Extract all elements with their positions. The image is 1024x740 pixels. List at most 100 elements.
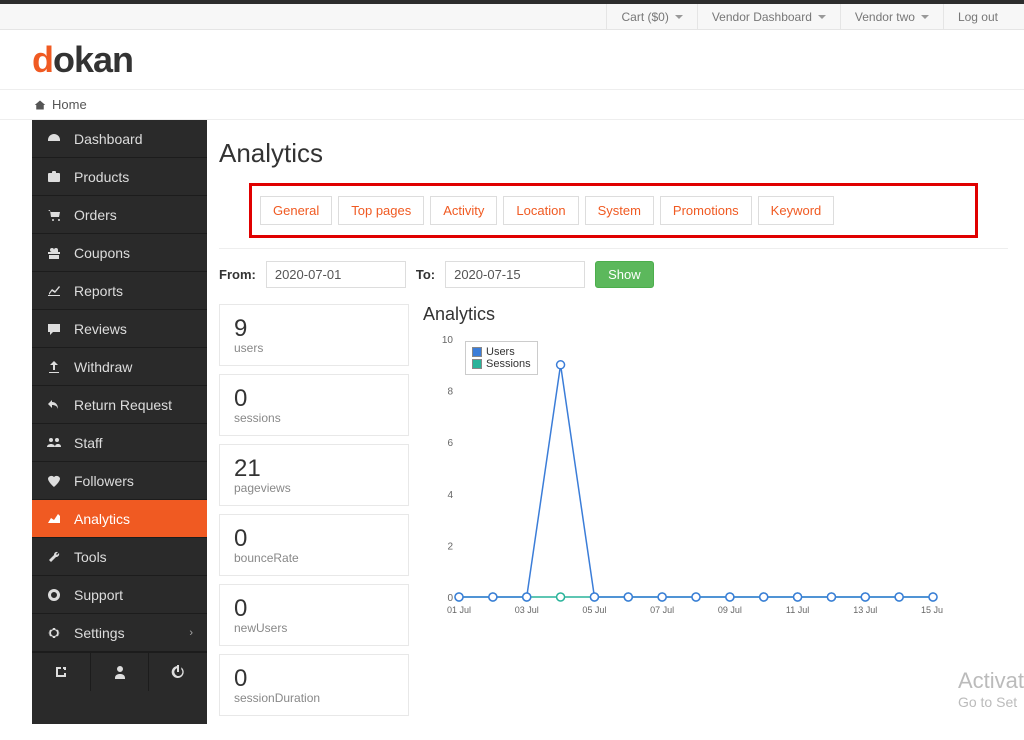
sidebar-item-label: Withdraw bbox=[74, 359, 132, 375]
life-ring-icon bbox=[46, 587, 62, 603]
from-date-input[interactable] bbox=[266, 261, 406, 288]
breadcrumb-home[interactable]: Home bbox=[52, 97, 87, 112]
page-title: Analytics bbox=[219, 138, 1008, 169]
to-date-input[interactable] bbox=[445, 261, 585, 288]
sidebar-item-label: Reviews bbox=[74, 321, 127, 337]
stat-label: bounceRate bbox=[234, 551, 394, 565]
topnav-vendor-dashboard[interactable]: Vendor Dashboard bbox=[697, 4, 840, 30]
sidebar-item-coupons[interactable]: Coupons bbox=[32, 234, 207, 272]
wrench-icon bbox=[46, 549, 62, 565]
sidebar: Dashboard Products OrdersCouponsReports Rev… bbox=[32, 120, 207, 724]
stat-label: newUsers bbox=[234, 621, 394, 635]
brand-rest: okan bbox=[53, 39, 133, 80]
tab-system[interactable]: System bbox=[585, 196, 654, 225]
sidebar-item-followers[interactable]: Followers bbox=[32, 462, 207, 500]
stats-column: 9users0sessions21pageviews0bounceRate0ne… bbox=[219, 304, 409, 724]
svg-text:09 Jul: 09 Jul bbox=[718, 605, 742, 615]
tab-activity[interactable]: Activity bbox=[430, 196, 497, 225]
from-label: From: bbox=[219, 267, 256, 282]
topnav-logout[interactable]: Log out bbox=[943, 4, 1012, 30]
chart-title: Analytics bbox=[423, 304, 1008, 325]
sidebar-item-label: Products bbox=[74, 169, 129, 185]
stat-label: users bbox=[234, 341, 394, 355]
sidebar-bottom-power[interactable] bbox=[149, 653, 207, 691]
sidebar-item-settings[interactable]: Settings› bbox=[32, 614, 207, 652]
sidebar-item-reports[interactable]: Reports bbox=[32, 272, 207, 310]
breadcrumb: Home bbox=[0, 90, 1024, 120]
sidebar-item-return-request[interactable]: Return Request bbox=[32, 386, 207, 424]
tab-top-pages[interactable]: Top pages bbox=[338, 196, 424, 225]
brand-d: d bbox=[32, 39, 53, 80]
upload-icon bbox=[46, 359, 62, 375]
show-button[interactable]: Show bbox=[595, 261, 654, 288]
sidebar-bottom-external[interactable] bbox=[32, 653, 91, 691]
svg-text:15 Jul: 15 Jul bbox=[921, 605, 943, 615]
svg-text:8: 8 bbox=[447, 387, 453, 398]
sidebar-item-orders[interactable]: Orders bbox=[32, 196, 207, 234]
watermark-line2: Go to Set bbox=[958, 694, 1024, 710]
analytics-chart: Users Sessions 024681001 Jul03 Jul05 Jul… bbox=[423, 331, 943, 621]
heart-icon bbox=[46, 473, 62, 489]
chevron-down-icon bbox=[675, 15, 683, 19]
svg-text:13 Jul: 13 Jul bbox=[853, 605, 877, 615]
topnav-cart[interactable]: Cart ($0) bbox=[606, 4, 696, 30]
sidebar-item-reviews[interactable]: Reviews bbox=[32, 310, 207, 348]
chart-line-icon bbox=[46, 283, 62, 299]
undo-icon bbox=[46, 397, 62, 413]
sidebar-item-support[interactable]: Support bbox=[32, 576, 207, 614]
stat-value: 0 bbox=[234, 665, 394, 693]
svg-text:05 Jul: 05 Jul bbox=[582, 605, 606, 615]
sidebar-bottom-user[interactable] bbox=[91, 653, 150, 691]
gift-icon bbox=[46, 245, 62, 261]
dashboard-icon bbox=[46, 131, 62, 147]
sidebar-item-label: Followers bbox=[74, 473, 134, 489]
svg-text:11 Jul: 11 Jul bbox=[786, 605, 809, 615]
cart-icon bbox=[46, 207, 62, 223]
svg-text:4: 4 bbox=[447, 490, 453, 501]
tab-keyword[interactable]: Keyword bbox=[758, 196, 835, 225]
chart-legend: Users Sessions bbox=[465, 341, 538, 375]
sidebar-item-label: Support bbox=[74, 587, 123, 603]
topnav-vendor-dashboard-label: Vendor Dashboard bbox=[712, 4, 812, 30]
top-nav: Cart ($0) Vendor Dashboard Vendor two Lo… bbox=[0, 4, 1024, 30]
tab-location[interactable]: Location bbox=[503, 196, 578, 225]
watermark-line1: Activat bbox=[958, 668, 1024, 694]
chevron-down-icon bbox=[818, 15, 826, 19]
legend-swatch-sessions bbox=[472, 359, 482, 369]
svg-text:07 Jul: 07 Jul bbox=[650, 605, 674, 615]
header: dokan bbox=[0, 30, 1024, 90]
topnav-cart-label: Cart ($0) bbox=[621, 4, 668, 30]
chevron-down-icon bbox=[921, 15, 929, 19]
stat-box-newUsers: 0newUsers bbox=[219, 584, 409, 646]
sidebar-item-label: Tools bbox=[74, 549, 107, 565]
sidebar-item-tools[interactable]: Tools bbox=[32, 538, 207, 576]
chevron-right-icon: › bbox=[189, 627, 193, 639]
cog-icon bbox=[46, 625, 62, 641]
power-icon bbox=[170, 664, 186, 680]
topnav-vendor-two[interactable]: Vendor two bbox=[840, 4, 943, 30]
stat-box-sessions: 0sessions bbox=[219, 374, 409, 436]
topnav-vendor-two-label: Vendor two bbox=[855, 4, 915, 30]
sidebar-item-analytics[interactable]: Analytics bbox=[32, 500, 207, 538]
tab-general[interactable]: General bbox=[260, 196, 332, 225]
svg-text:6: 6 bbox=[447, 438, 453, 449]
stat-value: 0 bbox=[234, 595, 394, 623]
sidebar-item-dashboard[interactable]: Dashboard bbox=[32, 120, 207, 158]
stat-box-pageviews: 21pageviews bbox=[219, 444, 409, 506]
external-link-icon bbox=[53, 664, 69, 680]
sidebar-item-label: Staff bbox=[74, 435, 103, 451]
sidebar-item-withdraw[interactable]: Withdraw bbox=[32, 348, 207, 386]
stat-label: sessions bbox=[234, 411, 394, 425]
sidebar-item-staff[interactable]: Staff bbox=[32, 424, 207, 462]
to-label: To: bbox=[416, 267, 435, 282]
watermark-text: Activat Go to Set bbox=[958, 668, 1024, 710]
sidebar-item-label: Return Request bbox=[74, 397, 172, 413]
legend-swatch-users bbox=[472, 347, 482, 357]
tabs-highlight-box: GeneralTop pagesActivityLocationSystemPr… bbox=[249, 183, 978, 238]
chart-area-icon bbox=[46, 511, 62, 527]
brand-logo[interactable]: dokan bbox=[32, 39, 133, 81]
tab-promotions[interactable]: Promotions bbox=[660, 196, 752, 225]
sidebar-item-products[interactable]: Products bbox=[32, 158, 207, 196]
legend-users-label: Users bbox=[486, 346, 515, 358]
svg-text:2: 2 bbox=[447, 541, 453, 552]
